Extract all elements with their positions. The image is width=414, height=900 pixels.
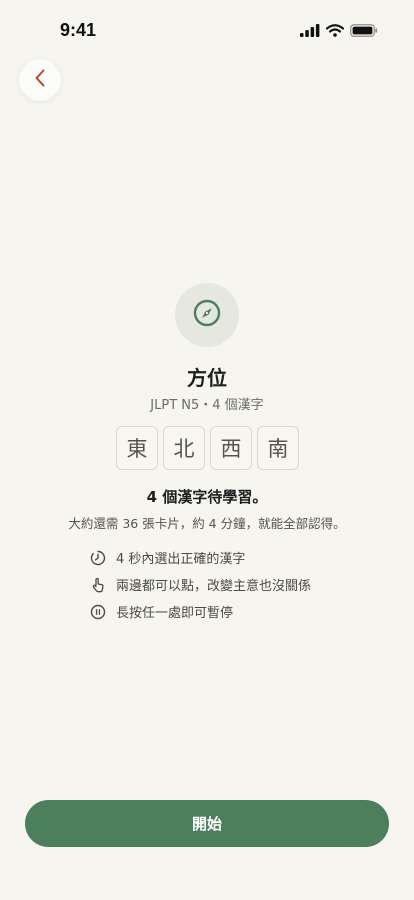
lesson-icon-badge xyxy=(175,283,239,347)
back-button[interactable] xyxy=(19,59,61,101)
compass-icon xyxy=(192,298,222,332)
kanji-tile: 北 xyxy=(163,426,205,470)
kanji-tile: 南 xyxy=(257,426,299,470)
timer-icon xyxy=(90,550,106,566)
tips-list: 4 秒內選出正確的漢字 兩邊都可以點，改變主意也沒關係 長按任一處即可暫停 xyxy=(90,546,311,627)
tip-item: 長按任一處即可暫停 xyxy=(90,600,311,623)
status-time: 9:41 xyxy=(60,20,97,40)
status-icons xyxy=(300,22,378,41)
pending-count-text: 4 個漢字待學習。 xyxy=(146,488,268,506)
signal-icon xyxy=(300,22,320,41)
lesson-title: 方位 xyxy=(187,366,227,390)
tip-item: 4 秒內選出正確的漢字 xyxy=(90,546,311,569)
tip-item: 兩邊都可以點，改變主意也沒關係 xyxy=(90,573,311,596)
tap-hand-icon xyxy=(90,577,106,593)
kanji-list: 東 北 西 南 xyxy=(116,426,299,470)
status-bar: 9:41 xyxy=(0,0,414,60)
estimate-text: 大約還需 36 張卡片，約 4 分鐘，就能全部認得。 xyxy=(68,516,346,531)
start-button[interactable]: 開始 xyxy=(25,800,389,847)
wifi-icon xyxy=(325,22,345,41)
chevron-left-icon xyxy=(33,68,47,92)
kanji-tile: 西 xyxy=(210,426,252,470)
tip-text: 兩邊都可以點，改變主意也沒關係 xyxy=(116,579,312,594)
lesson-subtitle: JLPT N5・4 個漢字 xyxy=(150,398,264,413)
tip-text: 長按任一處即可暫停 xyxy=(116,606,234,621)
battery-icon xyxy=(350,22,378,41)
tip-text: 4 秒內選出正確的漢字 xyxy=(116,552,246,567)
pause-icon xyxy=(90,604,106,620)
kanji-tile: 東 xyxy=(116,426,158,470)
